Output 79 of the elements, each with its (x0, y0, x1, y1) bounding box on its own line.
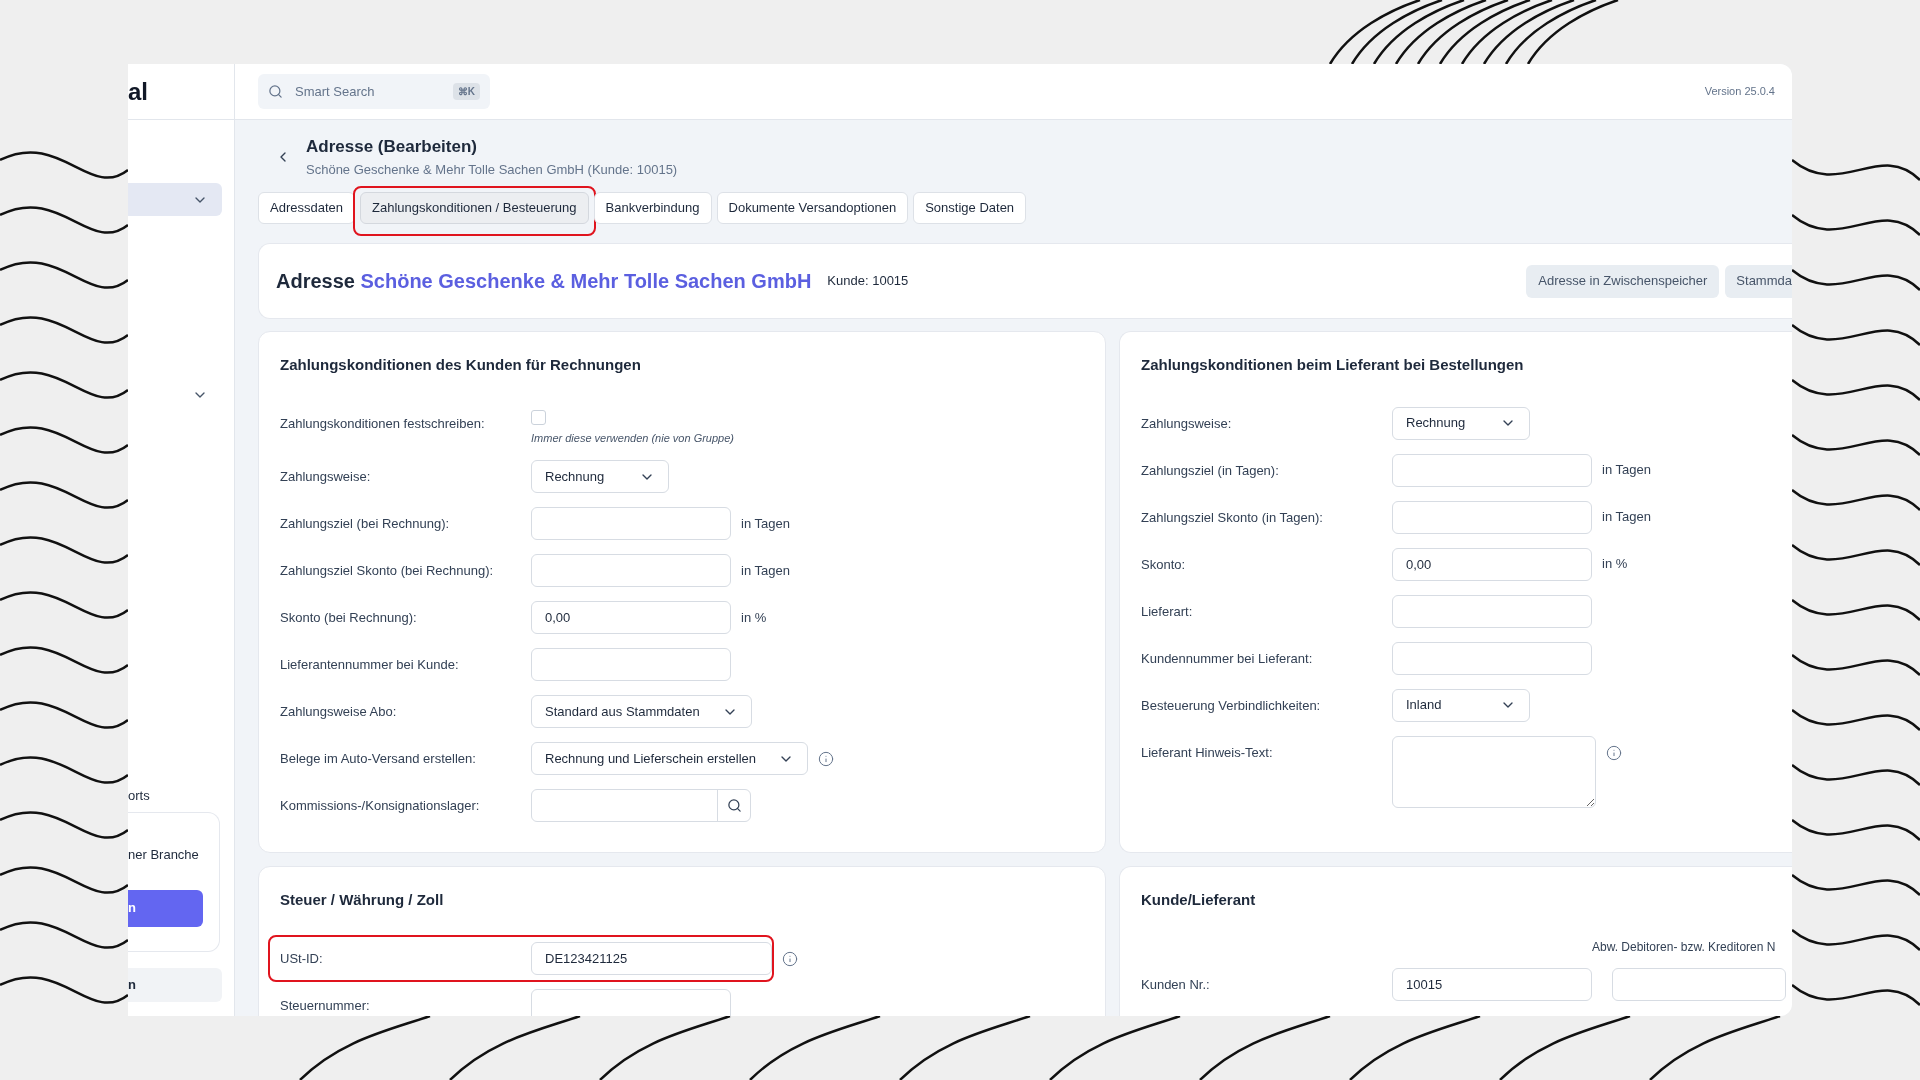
text-field[interactable] (531, 648, 731, 681)
text-area[interactable] (1392, 735, 1596, 808)
search-field[interactable] (531, 789, 751, 822)
unit-label: in Tagen (1602, 461, 1651, 480)
text-field[interactable]: 0,00 (1392, 547, 1592, 581)
field-label: Zahlungsziel (in Tagen): (1141, 461, 1280, 480)
action-button[interactable]: Stammda (1725, 264, 1792, 298)
page-subtitle: Schöne Geschenke & Mehr Tolle Sachen GmbH (Kunde: 10015) (306, 160, 678, 179)
select-field[interactable]: Inland (1392, 688, 1530, 722)
field-label: Steuernummer: (280, 996, 371, 1015)
panel-title: Steuer / Währung / Zoll (280, 890, 445, 910)
unit-label: in % (741, 608, 767, 627)
search-field[interactable]: Smart Search ⌘K (258, 74, 490, 109)
text-field[interactable] (1612, 967, 1786, 1001)
select-field[interactable]: Rechnung und Lieferschein erstellen (531, 742, 809, 775)
panel-title: Zahlungskonditionen des Kunden für Rechnungen (280, 355, 642, 375)
field-label: Kommissions-/Konsignationslager: (280, 797, 481, 815)
panel-title: Zahlungskonditionen beim Lieferant bei Bestellungen (1141, 355, 1525, 375)
tab[interactable]: Adressdaten (258, 192, 355, 224)
field-label: Zahlungsweise: (280, 468, 372, 486)
text-field[interactable] (531, 988, 731, 1016)
promo-text: ner Branche (128, 846, 200, 864)
tab[interactable]: Bankverbindung (593, 192, 712, 224)
info-icon[interactable] (1606, 744, 1622, 761)
search-placeholder: Smart Search (295, 82, 376, 101)
select-field[interactable]: Rechnung (531, 460, 669, 493)
logo-text: al (128, 79, 148, 104)
promo-button[interactable]: n (128, 889, 203, 927)
text-field[interactable]: DE123421125 (531, 941, 772, 975)
text-field[interactable] (1392, 500, 1592, 534)
tab[interactable]: Sonstige Daten (913, 192, 1027, 224)
text-field[interactable] (1392, 453, 1592, 487)
text-field[interactable] (531, 507, 731, 540)
text-field[interactable] (531, 554, 731, 587)
column-header: Abw. Debitoren- bzw. Kreditoren N (1592, 939, 1776, 954)
panel-title: Kunde/Lieferant (1141, 890, 1257, 910)
field-label: Skonto: (1141, 555, 1187, 574)
address-heading: Adresse Schöne Geschenke & Mehr Tolle Sachen GmbH (276, 269, 812, 294)
info-icon[interactable] (782, 950, 798, 967)
text-field[interactable]: 10015 (1392, 967, 1592, 1001)
text-field[interactable]: 0,00 (531, 601, 731, 634)
field-label: Skonto (bei Rechnung): (280, 609, 418, 627)
select-field[interactable]: Standard aus Stammdaten (531, 695, 752, 728)
unit-label: in Tagen (1602, 508, 1651, 527)
field-label: Belege im Auto-Versand erstellen: (280, 750, 477, 768)
tab[interactable]: Dokumente Versandoptionen (716, 192, 909, 224)
select-field[interactable]: Rechnung (1392, 406, 1530, 440)
field-label: Kunden Nr.: (1141, 975, 1211, 994)
field-label: Kundennummer bei Lieferant: (1141, 649, 1314, 668)
page-title: Adresse (Bearbeiten) (306, 136, 478, 158)
search-icon (268, 84, 283, 99)
action-button[interactable]: Adresse in Zwischenspeicher (1526, 264, 1720, 298)
field-label: Lieferant Hinweis-Text: (1141, 743, 1274, 762)
unit-label: in Tagen (741, 561, 790, 580)
text-field[interactable] (1392, 641, 1592, 675)
field-label: USt-ID: (280, 949, 324, 968)
field-label: Lieferart: (1141, 602, 1194, 621)
unit-label: in % (1602, 555, 1628, 574)
customer-number: Kunde: 10015 (827, 272, 909, 291)
info-icon[interactable] (818, 751, 835, 767)
field-label: Zahlungsziel Skonto (in Tagen): (1141, 508, 1324, 527)
field-label: Besteuerung Verbindlichkeiten: (1141, 696, 1322, 715)
field-label: Zahlungsweise: (1141, 414, 1233, 433)
unit-label: in Tagen (741, 514, 790, 533)
text-field[interactable] (1392, 594, 1592, 628)
shortcut-badge: ⌘K (452, 83, 480, 100)
field-label: Zahlungskonditionen festschreiben: (280, 414, 486, 433)
field-label: Zahlungsziel Skonto (bei Rechnung): (280, 562, 495, 580)
checkbox[interactable] (531, 409, 546, 425)
version-label: Version 25.0.4 (1704, 84, 1775, 100)
sidebar-label: orts (128, 789, 151, 802)
field-label: Lieferantennummer bei Kunde: (280, 656, 460, 674)
tab[interactable]: Zahlungskonditionen / Besteuerung (360, 192, 589, 224)
field-label: Zahlungsweise Abo: (280, 703, 398, 721)
sidebar-group[interactable] (128, 183, 222, 216)
sidebar-item[interactable]: n (128, 968, 222, 1002)
field-label: Zahlungsziel (bei Rechnung): (280, 515, 451, 533)
field-note: Immer diese verwenden (nie von Gruppe) (531, 430, 734, 446)
search-icon (726, 798, 742, 813)
